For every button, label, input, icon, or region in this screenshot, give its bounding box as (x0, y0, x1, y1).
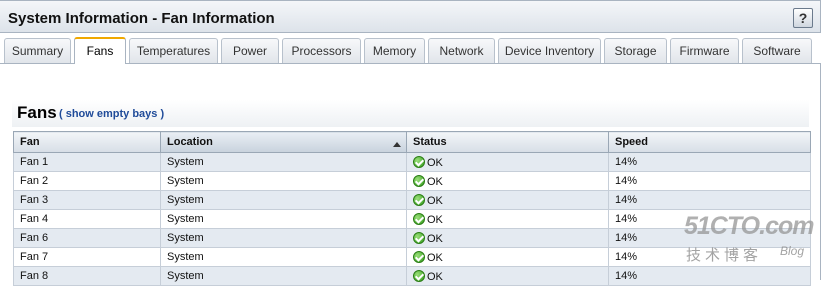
status-text: OK (427, 251, 443, 264)
table-row[interactable]: Fan 7 System OK 14% (13, 247, 811, 267)
show-empty-bays-link[interactable]: ( show empty bays ) (59, 108, 164, 120)
ok-check-icon (413, 231, 425, 244)
status-text: OK (427, 232, 443, 245)
table-header-row: Fan Location Status Speed (13, 131, 811, 153)
fan-cell: Fan 1 (13, 152, 161, 172)
ok-check-icon (413, 174, 425, 187)
status-text: OK (427, 194, 443, 207)
ok-check-icon (413, 155, 425, 168)
tab-storage[interactable]: Storage (604, 38, 667, 63)
section-title: Fans (17, 103, 57, 122)
status-text: OK (427, 156, 443, 169)
fans-table: Fan Location Status Speed Fan 1 System O… (13, 131, 811, 286)
tab-fans[interactable]: Fans (74, 37, 126, 65)
column-header-label: Status (413, 136, 447, 148)
table-row[interactable]: Fan 3 System OK 14% (13, 190, 811, 210)
fan-cell: Fan 6 (13, 228, 161, 248)
column-header-speed[interactable]: Speed (608, 131, 811, 153)
status-text: OK (427, 213, 443, 226)
status-cell: OK (406, 190, 609, 210)
location-cell: System (160, 228, 407, 248)
status-cell: OK (406, 171, 609, 191)
tab-memory[interactable]: Memory (364, 38, 425, 63)
table-row[interactable]: Fan 6 System OK 14% (13, 228, 811, 248)
speed-cell: 14% (608, 266, 811, 286)
location-cell: System (160, 266, 407, 286)
tab-processors[interactable]: Processors (282, 38, 361, 63)
location-cell: System (160, 190, 407, 210)
tab-device-inventory[interactable]: Device Inventory (498, 38, 601, 63)
tab-software[interactable]: Software (742, 38, 812, 63)
column-header-location[interactable]: Location (160, 131, 407, 153)
ok-check-icon (413, 193, 425, 206)
tab-summary[interactable]: Summary (4, 38, 71, 63)
speed-cell: 14% (608, 247, 811, 267)
speed-cell: 14% (608, 171, 811, 191)
status-cell: OK (406, 152, 609, 172)
show-empty-bays-link-wrapper: ( show empty bays ) (59, 108, 164, 120)
column-header-label: Fan (20, 136, 40, 148)
fan-cell: Fan 4 (13, 209, 161, 229)
column-header-label: Location (167, 136, 213, 148)
table-row[interactable]: Fan 1 System OK 14% (13, 152, 811, 172)
help-icon[interactable]: ? (793, 8, 813, 28)
status-cell: OK (406, 209, 609, 229)
status-cell: OK (406, 228, 609, 248)
location-cell: System (160, 209, 407, 229)
fan-cell: Fan 3 (13, 190, 161, 210)
speed-cell: 14% (608, 190, 811, 210)
tab-firmware[interactable]: Firmware (670, 38, 739, 63)
window-titlebar: System Information - Fan Information ? (0, 0, 821, 33)
speed-cell: 14% (608, 228, 811, 248)
status-cell: OK (406, 247, 609, 267)
status-cell: OK (406, 266, 609, 286)
column-header-status[interactable]: Status (406, 131, 609, 153)
sort-ascending-icon (393, 142, 401, 147)
ok-check-icon (413, 212, 425, 225)
tab-network[interactable]: Network (428, 38, 495, 63)
table-row[interactable]: Fan 2 System OK 14% (13, 171, 811, 191)
fan-cell: Fan 2 (13, 171, 161, 191)
fan-cell: Fan 7 (13, 247, 161, 267)
ok-check-icon (413, 250, 425, 263)
location-cell: System (160, 247, 407, 267)
status-text: OK (427, 175, 443, 188)
tab-temperatures[interactable]: Temperatures (129, 38, 218, 63)
speed-cell: 14% (608, 152, 811, 172)
fan-cell: Fan 8 (13, 266, 161, 286)
status-text: OK (427, 270, 443, 283)
location-cell: System (160, 152, 407, 172)
location-cell: System (160, 171, 407, 191)
page-title: System Information - Fan Information (8, 10, 275, 27)
tab-power[interactable]: Power (221, 38, 279, 63)
table-row[interactable]: Fan 8 System OK 14% (13, 266, 811, 286)
column-header-fan[interactable]: Fan (13, 131, 161, 153)
column-header-label: Speed (615, 136, 649, 148)
speed-cell: 14% (608, 209, 811, 229)
table-row[interactable]: Fan 4 System OK 14% (13, 209, 811, 229)
